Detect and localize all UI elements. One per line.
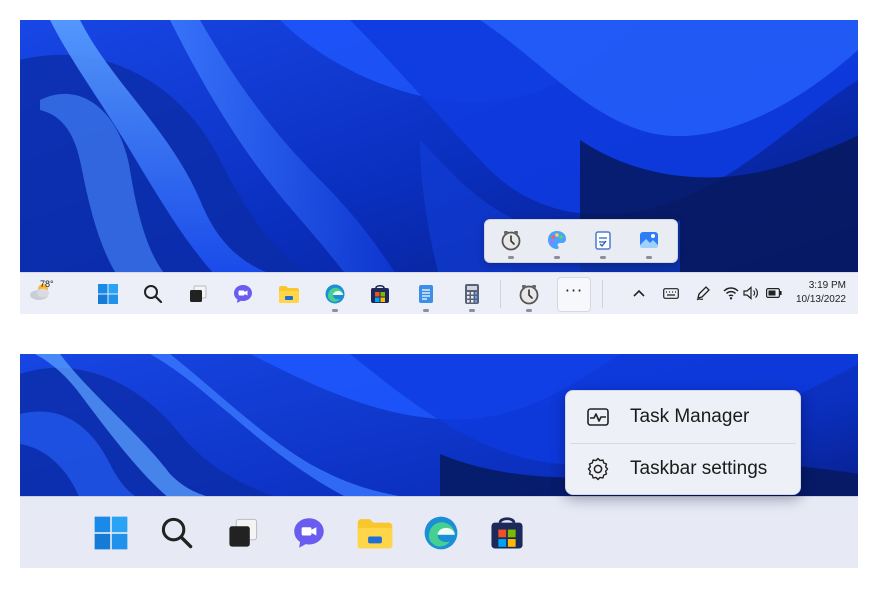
wallpaper bbox=[20, 20, 858, 314]
battery-button[interactable] bbox=[765, 284, 783, 302]
running-indicator bbox=[423, 309, 429, 312]
volume-icon bbox=[743, 286, 758, 300]
running-indicator bbox=[600, 256, 606, 259]
store-bag-icon bbox=[371, 284, 389, 303]
running-indicator bbox=[332, 309, 338, 312]
search-button[interactable] bbox=[157, 513, 197, 553]
touch-keyboard-button[interactable] bbox=[662, 285, 680, 301]
folder-icon bbox=[357, 519, 393, 549]
chevron-up-icon bbox=[633, 289, 645, 297]
flyout-photos-app[interactable] bbox=[637, 228, 661, 252]
notepad-button[interactable] bbox=[414, 282, 438, 306]
sticky-note-icon bbox=[595, 231, 611, 250]
calculator-icon bbox=[465, 284, 479, 304]
taskbar bbox=[20, 496, 858, 568]
search-icon bbox=[144, 285, 163, 304]
running-indicator bbox=[554, 256, 560, 259]
notepad-icon bbox=[419, 285, 433, 303]
calculator-button[interactable] bbox=[460, 282, 484, 306]
folder-icon bbox=[279, 286, 299, 303]
overflow-more-button[interactable]: ··· bbox=[557, 277, 591, 312]
overflow-flyout bbox=[484, 219, 678, 263]
clock-app-button[interactable] bbox=[517, 282, 541, 306]
clock-icon bbox=[501, 231, 521, 251]
taskbar-clock[interactable]: 3:19 PM 10/13/2022 bbox=[796, 279, 846, 307]
task-view-button[interactable] bbox=[223, 513, 263, 553]
flyout-clock-app[interactable] bbox=[499, 228, 523, 252]
start-button[interactable] bbox=[96, 282, 120, 306]
clock-icon bbox=[519, 285, 539, 305]
taskbar: 78° ··· 3:19 PM 10/13/2022 bbox=[20, 272, 858, 314]
menu-item-label: Task Manager bbox=[630, 406, 750, 427]
running-indicator bbox=[508, 256, 514, 259]
task-manager-icon bbox=[587, 408, 609, 426]
flyout-notepad-app[interactable] bbox=[591, 228, 615, 252]
volume-button[interactable] bbox=[742, 284, 760, 302]
start-button[interactable] bbox=[91, 513, 131, 553]
store-button[interactable] bbox=[487, 513, 527, 553]
search-icon bbox=[161, 517, 193, 549]
menu-item-task-manager[interactable]: Task Manager bbox=[566, 392, 800, 442]
running-indicator bbox=[469, 309, 475, 312]
task-view-button[interactable] bbox=[186, 282, 210, 306]
teams-chat-button[interactable] bbox=[289, 513, 329, 553]
task-view-icon bbox=[229, 518, 258, 547]
clock-date: 10/13/2022 bbox=[795, 294, 846, 305]
file-explorer-button[interactable] bbox=[355, 513, 395, 553]
paint-palette-icon bbox=[548, 231, 566, 249]
taskbar-divider bbox=[500, 280, 501, 308]
photos-icon bbox=[640, 232, 658, 248]
running-indicator bbox=[646, 256, 652, 259]
pen-icon bbox=[696, 286, 710, 301]
edge-browser-icon bbox=[325, 284, 345, 304]
store-bag-icon bbox=[491, 517, 523, 549]
search-button[interactable] bbox=[141, 282, 165, 306]
menu-item-taskbar-settings[interactable]: Taskbar settings bbox=[566, 444, 800, 494]
teams-chat-icon bbox=[294, 518, 324, 548]
battery-icon bbox=[766, 288, 782, 298]
taskbar-divider bbox=[602, 280, 603, 308]
taskbar-context-menu: Task Manager Taskbar settings bbox=[565, 390, 801, 495]
weather-temperature: 78° bbox=[40, 279, 54, 289]
edge-browser-icon bbox=[424, 516, 458, 550]
keyboard-icon bbox=[663, 287, 679, 299]
edge-button[interactable] bbox=[323, 282, 347, 306]
menu-item-label: Taskbar settings bbox=[630, 458, 768, 479]
task-view-icon bbox=[190, 285, 207, 302]
screenshot-bottom: Task Manager Taskbar settings bbox=[20, 354, 858, 568]
show-hidden-icons-button[interactable] bbox=[631, 285, 647, 301]
gear-icon bbox=[587, 457, 609, 481]
windows-logo-icon bbox=[94, 516, 128, 550]
edge-button[interactable] bbox=[421, 513, 461, 553]
wifi-button[interactable] bbox=[722, 284, 740, 302]
running-indicator bbox=[526, 309, 532, 312]
flyout-paint-app[interactable] bbox=[545, 228, 569, 252]
pen-menu-button[interactable] bbox=[694, 284, 712, 302]
store-button[interactable] bbox=[368, 282, 392, 306]
clock-time: 3:19 PM bbox=[808, 280, 846, 291]
teams-chat-icon bbox=[234, 285, 252, 303]
file-explorer-button[interactable] bbox=[277, 282, 301, 306]
windows-logo-icon bbox=[98, 284, 118, 304]
teams-chat-button[interactable] bbox=[231, 282, 255, 306]
wifi-icon bbox=[723, 287, 739, 300]
screenshot-top: 78° ··· 3:19 PM 10/13/2022 bbox=[20, 20, 858, 314]
